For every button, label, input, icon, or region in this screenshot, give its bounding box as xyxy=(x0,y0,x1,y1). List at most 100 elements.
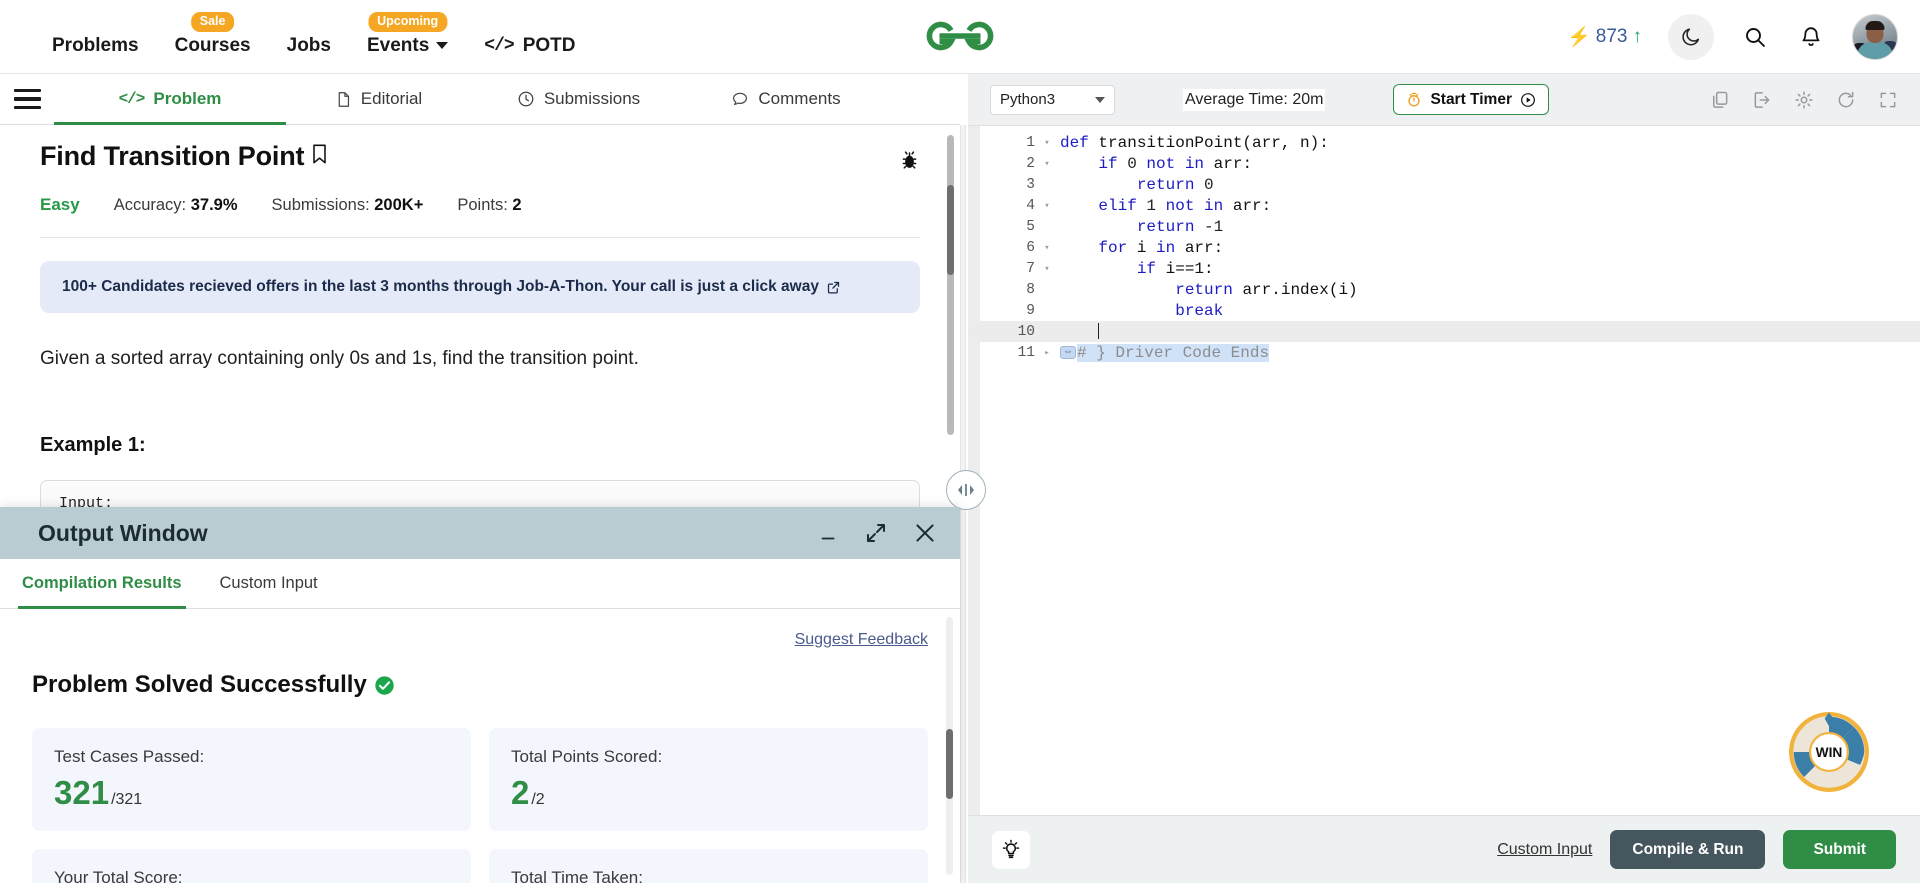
nav-item-label: Problems xyxy=(52,35,139,56)
page-title: Find Transition Point xyxy=(40,141,328,172)
tab-compilation-results[interactable]: Compilation Results xyxy=(18,559,186,609)
card-test-cases-passed: Test Cases Passed: 321 /321 xyxy=(32,728,471,831)
tab-problem[interactable]: </> Problem xyxy=(54,74,286,125)
code-text: if 0 not in arr: xyxy=(1054,155,1252,173)
hint-button[interactable] xyxy=(992,830,1030,869)
code-token: 1 xyxy=(1146,196,1166,215)
start-timer-button[interactable]: Start Timer xyxy=(1393,84,1549,115)
nav-item-courses[interactable]: Sale Courses xyxy=(175,12,251,55)
bookmark-icon[interactable] xyxy=(311,141,328,172)
fold-arrow-icon[interactable]: ▾ xyxy=(1040,159,1054,169)
submit-button[interactable]: Submit xyxy=(1783,830,1896,869)
problem-meta: Easy Accuracy: 37.9% Submissions: 200K+ … xyxy=(40,195,920,215)
language-select[interactable]: Python3 xyxy=(990,84,1115,115)
left-panel-scrollbar-track[interactable] xyxy=(947,135,954,435)
code-line: 1 ▾ def transitionPoint(arr, n): xyxy=(968,132,1920,153)
problem-title-text: Find Transition Point xyxy=(40,141,305,171)
score-indicator[interactable]: ⚡ 873 ↑ xyxy=(1567,25,1642,49)
output-window-controls xyxy=(818,520,938,546)
clock-icon xyxy=(518,91,534,107)
code-brackets-icon: </> xyxy=(118,90,146,108)
code-text: break xyxy=(1054,302,1223,320)
minimize-icon[interactable] xyxy=(818,522,840,544)
card-suffix: /2 xyxy=(531,791,545,808)
dark-mode-toggle[interactable] xyxy=(1668,14,1714,60)
avatar[interactable] xyxy=(1852,14,1898,60)
notifications-button[interactable] xyxy=(1796,22,1826,52)
line-number: 6 xyxy=(1026,239,1035,256)
card-value-wrap: 321 /321 xyxy=(54,776,449,809)
tab-comments[interactable]: Comments xyxy=(686,74,886,125)
geeksforgeeks-logo[interactable] xyxy=(921,10,999,62)
spin-wheel-widget[interactable]: WIN xyxy=(1786,709,1872,795)
accuracy-stat: Accuracy: 37.9% xyxy=(114,196,238,215)
hamburger-line xyxy=(13,105,41,110)
card-value-wrap: 2 /2 xyxy=(511,776,906,809)
output-window-title: Output Window xyxy=(38,519,208,546)
submissions-value: 200K+ xyxy=(374,195,424,214)
splitter-handle[interactable] xyxy=(946,470,986,510)
fold-arrow-icon[interactable]: ▾ xyxy=(1040,264,1054,274)
maximize-icon[interactable] xyxy=(864,521,888,545)
text-cursor xyxy=(1098,323,1100,340)
compile-run-button[interactable]: Compile & Run xyxy=(1610,830,1766,869)
tab-custom-input[interactable]: Custom Input xyxy=(216,559,322,609)
tab-submissions[interactable]: Submissions xyxy=(471,74,686,125)
fold-arrow-icon[interactable]: ▾ xyxy=(1040,201,1054,211)
status-banner: Problem Solved Successfully xyxy=(32,671,928,699)
line-number: 4 xyxy=(1026,197,1035,214)
code-token: i xyxy=(1136,238,1157,257)
collapsed-region-icon[interactable]: ⇔ xyxy=(1060,345,1077,359)
primary-nav: Problems Sale Courses Jobs Upcoming Even… xyxy=(0,0,575,73)
line-number: 7 xyxy=(1026,260,1035,277)
code-line: 7 ▾ if i==1: xyxy=(968,258,1920,279)
points-label: Points: xyxy=(457,195,508,214)
code-line: 6 ▾ for i in arr: xyxy=(968,237,1920,258)
suggest-feedback-link[interactable]: Suggest Feedback xyxy=(795,631,928,648)
editor-bottom-bar: Custom Input Compile & Run Submit xyxy=(968,815,1920,883)
jobathon-promo-banner[interactable]: 100+ Candidates recieved offers in the l… xyxy=(40,261,920,313)
settings-gear-icon[interactable] xyxy=(1794,90,1814,110)
code-line: 8 return arr.index(i) xyxy=(968,279,1920,300)
card-label: Total Time Taken: xyxy=(511,868,643,883)
nav-item-potd[interactable]: </> POTD xyxy=(484,36,575,55)
import-icon[interactable] xyxy=(1752,90,1772,110)
line-number: 8 xyxy=(1026,281,1035,298)
reset-icon[interactable] xyxy=(1836,90,1856,110)
code-token: 0 xyxy=(1127,154,1147,173)
fold-arrow-icon[interactable]: ▾ xyxy=(1040,243,1054,253)
menu-toggle-button[interactable] xyxy=(0,88,54,110)
divider xyxy=(40,237,920,238)
code-editor[interactable]: 1 ▾ def transitionPoint(arr, n): 2 ▾ if 0 no… xyxy=(968,126,1920,815)
line-number: 3 xyxy=(1026,176,1035,193)
nav-item-jobs[interactable]: Jobs xyxy=(287,36,331,55)
left-panel-scrollbar-thumb[interactable] xyxy=(947,185,954,275)
report-bug-icon[interactable] xyxy=(899,149,920,176)
nav-item-label: Jobs xyxy=(286,35,331,56)
output-scrollbar-thumb[interactable] xyxy=(946,729,953,799)
copy-icon[interactable] xyxy=(1710,90,1730,110)
code-token: # } Driver Code Ends xyxy=(1077,343,1270,362)
nav-item-events[interactable]: Upcoming Events xyxy=(367,12,449,55)
code-content[interactable]: 1 ▾ def transitionPoint(arr, n): 2 ▾ if 0 no… xyxy=(968,132,1920,363)
code-token: -1 xyxy=(1204,217,1224,236)
code-line: 4 ▾ elif 1 not in arr: xyxy=(968,195,1920,216)
fold-arrow-icon[interactable]: ▾ xyxy=(1040,138,1054,148)
fullscreen-icon[interactable] xyxy=(1878,90,1898,110)
close-icon[interactable] xyxy=(912,520,938,546)
card-label: Test Cases Passed: xyxy=(54,747,205,766)
tab-editorial[interactable]: Editorial xyxy=(286,74,471,125)
nav-item-problems[interactable]: Problems xyxy=(52,36,139,55)
search-button[interactable] xyxy=(1740,22,1770,52)
code-text xyxy=(1054,323,1100,341)
fold-arrow-icon[interactable]: ▸ xyxy=(1040,348,1054,358)
card-value: 2 xyxy=(511,774,530,811)
code-token: in xyxy=(1156,238,1185,257)
line-number: 2 xyxy=(1026,155,1035,172)
arrow-up-icon: ↑ xyxy=(1632,26,1643,47)
custom-input-link[interactable]: Custom Input xyxy=(1497,841,1592,859)
